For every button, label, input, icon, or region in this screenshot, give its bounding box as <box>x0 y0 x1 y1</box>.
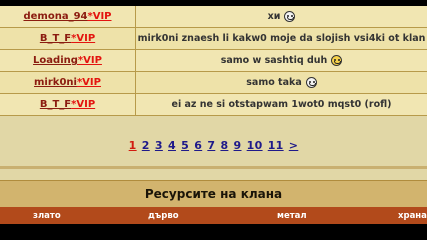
resources-columns: злато дърво метал храна <box>0 207 427 224</box>
chat-message: samo taka <box>136 72 427 93</box>
message-text: хи <box>267 11 281 22</box>
page-link[interactable]: 4 <box>168 139 176 152</box>
vip-link[interactable]: *VIP <box>71 33 95 44</box>
page-link[interactable]: 11 <box>268 139 284 152</box>
vip-link[interactable]: *VIP <box>77 77 101 88</box>
message-text: mirk0ni znaesh li kakw0 moje da slojish … <box>137 33 426 44</box>
next-page-link[interactable]: > <box>289 139 299 152</box>
author-link[interactable]: B_T_F <box>40 99 71 110</box>
page-link[interactable]: 9 <box>234 139 242 152</box>
column-wood: дърво <box>148 210 179 221</box>
page-link[interactable]: 10 <box>247 139 263 152</box>
chat-row: Loading *VIP samo w sashtiq duh <box>0 50 427 72</box>
chat-row: mirk0ni *VIP samo taka <box>0 72 427 94</box>
pagination: 1 2 3 4 5 6 7 8 9 10 11 > <box>0 139 427 152</box>
grin-smiley-icon <box>305 77 317 88</box>
page-link[interactable]: 6 <box>194 139 202 152</box>
author-link[interactable]: demona_94 <box>23 11 87 22</box>
column-food: храна <box>398 210 427 221</box>
resources-title: Ресурсите на клана <box>144 187 283 201</box>
chat-author[interactable]: Loading *VIP <box>0 50 136 71</box>
divider <box>0 166 427 169</box>
chat-message: mirk0ni znaesh li kakw0 moje da slojish … <box>136 28 427 49</box>
page-link[interactable]: 2 <box>142 139 150 152</box>
chat-author[interactable]: mirk0ni *VIP <box>0 72 136 93</box>
chat-author[interactable]: B_T_F *VIP <box>0 28 136 49</box>
column-metal: метал <box>277 210 307 221</box>
bottom-letterbox <box>0 224 427 240</box>
chat-message: samo w sashtiq duh <box>136 50 427 71</box>
page-link-current[interactable]: 1 <box>129 139 137 152</box>
message-text: ei az ne si otstapwam 1wot0 mqst0 (rofl) <box>171 99 392 110</box>
chat-author[interactable]: demona_94 *VIP <box>0 6 136 27</box>
clan-page: demona_94 *VIP хи B_T_F *VIP mirk0ni znaes… <box>0 6 427 224</box>
message-text: samo taka <box>246 77 302 88</box>
author-link[interactable]: mirk0ni <box>34 77 77 88</box>
author-link[interactable]: Loading <box>33 55 78 66</box>
chat-message: хи <box>136 6 427 27</box>
page-link[interactable]: 8 <box>220 139 228 152</box>
vip-link[interactable]: *VIP <box>78 55 102 66</box>
vip-link[interactable]: *VIP <box>71 99 95 110</box>
chat-row: B_T_F *VIP mirk0ni znaesh li kakw0 moje d… <box>0 28 427 50</box>
author-link[interactable]: B_T_F <box>40 33 71 44</box>
message-text: samo w sashtiq duh <box>220 55 328 66</box>
column-gold: злато <box>33 210 61 221</box>
grin-smiley-icon <box>284 11 296 22</box>
chat-table: demona_94 *VIP хи B_T_F *VIP mirk0ni znaes… <box>0 6 427 116</box>
page-link[interactable]: 5 <box>181 139 189 152</box>
vip-link[interactable]: *VIP <box>87 11 111 22</box>
chat-message: ei az ne si otstapwam 1wot0 mqst0 (rofl) <box>136 94 427 115</box>
page-link[interactable]: 3 <box>155 139 163 152</box>
chat-row: demona_94 *VIP хи <box>0 6 427 28</box>
chat-author[interactable]: B_T_F *VIP <box>0 94 136 115</box>
page-link[interactable]: 7 <box>207 139 215 152</box>
smile-smiley-icon <box>331 55 343 66</box>
chat-row: B_T_F *VIP ei az ne si otstapwam 1wot0 mq… <box>0 94 427 116</box>
resources-header: Ресурсите на клана <box>0 180 427 208</box>
